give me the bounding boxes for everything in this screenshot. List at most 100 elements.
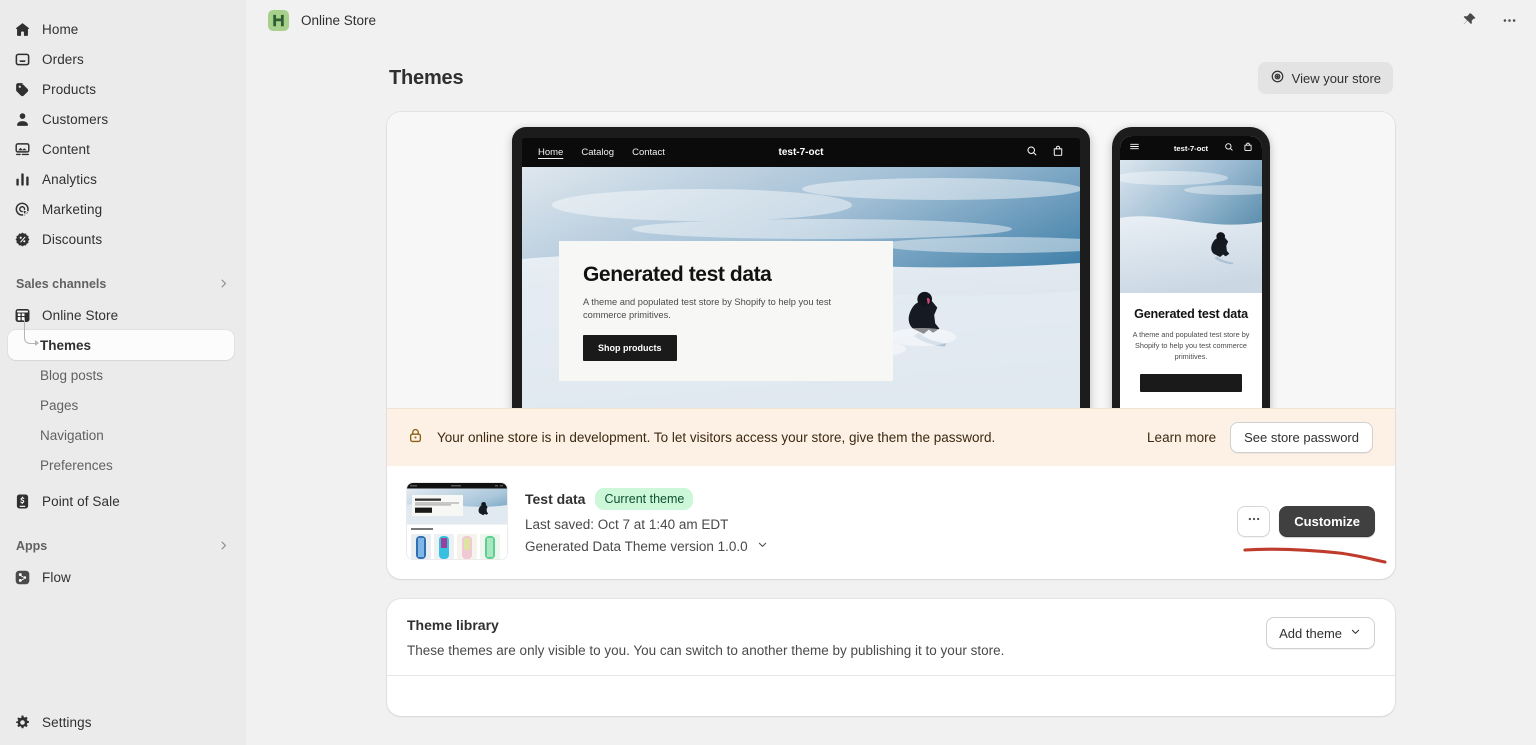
sidebar-item-label: Online Store bbox=[42, 307, 119, 323]
theme-version-label: Generated Data Theme version 1.0.0 bbox=[525, 538, 748, 554]
topbar-left: Online Store bbox=[268, 9, 377, 31]
sidebar-item-navigation[interactable]: Navigation bbox=[8, 420, 234, 450]
sidebar-item-label: Blog posts bbox=[40, 367, 104, 383]
sidebar-item-themes[interactable]: Themes bbox=[8, 318, 234, 360]
sidebar-item-orders[interactable]: Orders bbox=[8, 44, 238, 74]
mobile-screen: test-7-oct Generated test data A theme a… bbox=[1120, 136, 1262, 408]
sidebar-item-point-of-sale[interactable]: Point of Sale bbox=[8, 486, 238, 516]
desktop-preview[interactable]: Home Catalog Contact test-7-oct Generate… bbox=[512, 127, 1090, 408]
hero-heading: Generated test data bbox=[583, 263, 772, 286]
topbar: Online Store bbox=[246, 0, 1536, 40]
current-theme-card: Home Catalog Contact test-7-oct Generate… bbox=[387, 112, 1395, 579]
add-theme-button[interactable]: Add theme bbox=[1266, 617, 1375, 649]
mobile-preview[interactable]: test-7-oct Generated test data A theme a… bbox=[1112, 127, 1270, 408]
shopping-bag-icon[interactable] bbox=[1243, 139, 1253, 157]
mobile-hero-body: A theme and populated test store by Shop… bbox=[1132, 330, 1250, 362]
theme-last-saved: Last saved: Oct 7 at 1:40 am EDT bbox=[525, 517, 729, 533]
learn-more-link[interactable]: Learn more bbox=[1147, 430, 1216, 445]
current-theme-row: Test data Current theme Last saved: Oct … bbox=[387, 466, 1395, 579]
main-area: Online Store Themes View your store Home… bbox=[246, 0, 1536, 745]
mobile-hero-photo bbox=[1120, 160, 1262, 293]
sidebar-item-discounts[interactable]: Discounts bbox=[8, 224, 238, 254]
mobile-storefront-nav: test-7-oct bbox=[1120, 136, 1262, 160]
desktop-screen: Home Catalog Contact test-7-oct Generate… bbox=[522, 138, 1080, 408]
view-your-store-button[interactable]: View your store bbox=[1257, 62, 1393, 94]
chevron-right-icon[interactable] bbox=[217, 277, 230, 292]
chevron-right-icon[interactable] bbox=[217, 539, 230, 554]
sidebar-item-flow[interactable]: Flow bbox=[8, 562, 238, 592]
sidebar-item-marketing[interactable]: Marketing bbox=[8, 194, 238, 224]
page-scroll-region: Themes View your store Home Catalog Cont… bbox=[246, 40, 1536, 745]
theme-library-card: Theme library These themes are only visi… bbox=[387, 599, 1395, 716]
sidebar-section-apps[interactable]: Apps bbox=[14, 532, 232, 560]
storefront-nav-link-home[interactable]: Home bbox=[538, 147, 563, 158]
mobile-nav-actions bbox=[1224, 139, 1253, 157]
sidebar-section-sales-channels[interactable]: Sales channels bbox=[14, 270, 232, 298]
sidebar-item-online-store[interactable]: Online Store bbox=[8, 300, 238, 330]
ellipsis-icon bbox=[1246, 511, 1262, 532]
theme-library-title: Theme library bbox=[407, 617, 499, 633]
eye-view-icon bbox=[1270, 69, 1285, 87]
add-theme-label: Add theme bbox=[1279, 625, 1342, 641]
search-icon[interactable] bbox=[1224, 139, 1234, 157]
hero-body: A theme and populated test store by Shop… bbox=[583, 297, 832, 321]
sidebar-item-settings[interactable]: Settings bbox=[8, 707, 238, 737]
discount-badge-icon bbox=[12, 229, 32, 249]
sidebar-item-preferences[interactable]: Preferences bbox=[8, 450, 234, 480]
theme-preview-area: Home Catalog Contact test-7-oct Generate… bbox=[387, 112, 1395, 408]
analytics-bars-icon bbox=[12, 169, 32, 189]
theme-title-line: Test data Current theme bbox=[525, 487, 769, 511]
red-underline-annotation bbox=[1243, 544, 1393, 571]
theme-details: Test data Current theme Last saved: Oct … bbox=[525, 487, 769, 555]
chevron-down-icon bbox=[1349, 625, 1362, 641]
sidebar-item-label: Products bbox=[42, 81, 97, 97]
hero-shop-products-button[interactable]: Shop products bbox=[583, 335, 677, 362]
theme-library-text: Theme library These themes are only visi… bbox=[407, 617, 1004, 658]
theme-library-description: These themes are only visible to you. Yo… bbox=[407, 643, 1005, 658]
section-label: Apps bbox=[16, 539, 48, 553]
storefront-nav-link-contact[interactable]: Contact bbox=[632, 147, 665, 158]
sidebar-item-label: Orders bbox=[42, 51, 84, 67]
sidebar-item-home[interactable]: Home bbox=[8, 14, 238, 44]
sidebar-item-analytics[interactable]: Analytics bbox=[8, 164, 238, 194]
mobile-hero-button[interactable] bbox=[1140, 374, 1242, 393]
home-icon bbox=[12, 19, 32, 39]
sidebar-item-customers[interactable]: Customers bbox=[8, 104, 238, 134]
section-label: Sales channels bbox=[16, 277, 107, 291]
gear-icon bbox=[12, 712, 32, 732]
topbar-right bbox=[1456, 7, 1522, 33]
search-icon[interactable] bbox=[1026, 144, 1038, 162]
sidebar-item-label: Pages bbox=[40, 397, 79, 413]
content-image-icon bbox=[12, 139, 32, 159]
storefront-nav-actions bbox=[1026, 144, 1064, 162]
ellipsis-icon[interactable] bbox=[1496, 7, 1522, 33]
theme-library-header: Theme library These themes are only visi… bbox=[387, 599, 1395, 675]
flow-app-icon bbox=[12, 567, 32, 587]
theme-name: Test data bbox=[525, 491, 586, 507]
page-header: Themes View your store bbox=[387, 40, 1395, 112]
shopify-store-logo-icon bbox=[268, 9, 289, 31]
marketing-target-icon bbox=[12, 199, 32, 219]
storefront-nav-link-catalog[interactable]: Catalog bbox=[581, 147, 614, 158]
theme-more-actions-button[interactable] bbox=[1237, 505, 1271, 537]
storefront-hero: Generated test data A theme and populate… bbox=[522, 167, 1080, 408]
sidebar-item-products[interactable]: Products bbox=[8, 74, 238, 104]
sidebar-item-label: Home bbox=[42, 21, 79, 37]
sidebar-item-pages[interactable]: Pages bbox=[8, 390, 234, 420]
sidebar-item-blog-posts[interactable]: Blog posts bbox=[8, 360, 234, 390]
see-store-password-button[interactable]: See store password bbox=[1230, 422, 1373, 453]
pin-icon[interactable] bbox=[1456, 7, 1482, 33]
sidebar-item-label: Flow bbox=[42, 569, 71, 585]
topbar-store-name: Online Store bbox=[301, 12, 377, 28]
chevron-down-icon bbox=[756, 538, 769, 554]
sidebar-item-label: Themes bbox=[40, 337, 92, 353]
customize-button[interactable]: Customize bbox=[1279, 505, 1375, 537]
theme-version-dropdown[interactable]: Generated Data Theme version 1.0.0 bbox=[525, 538, 769, 554]
development-store-banner: Your online store is in development. To … bbox=[387, 408, 1395, 466]
theme-thumbnail[interactable] bbox=[407, 483, 507, 559]
lock-icon bbox=[407, 427, 424, 449]
shopping-bag-icon[interactable] bbox=[1052, 144, 1064, 162]
sidebar-item-content[interactable]: Content bbox=[8, 134, 238, 164]
tree-branch-icon bbox=[24, 318, 39, 347]
